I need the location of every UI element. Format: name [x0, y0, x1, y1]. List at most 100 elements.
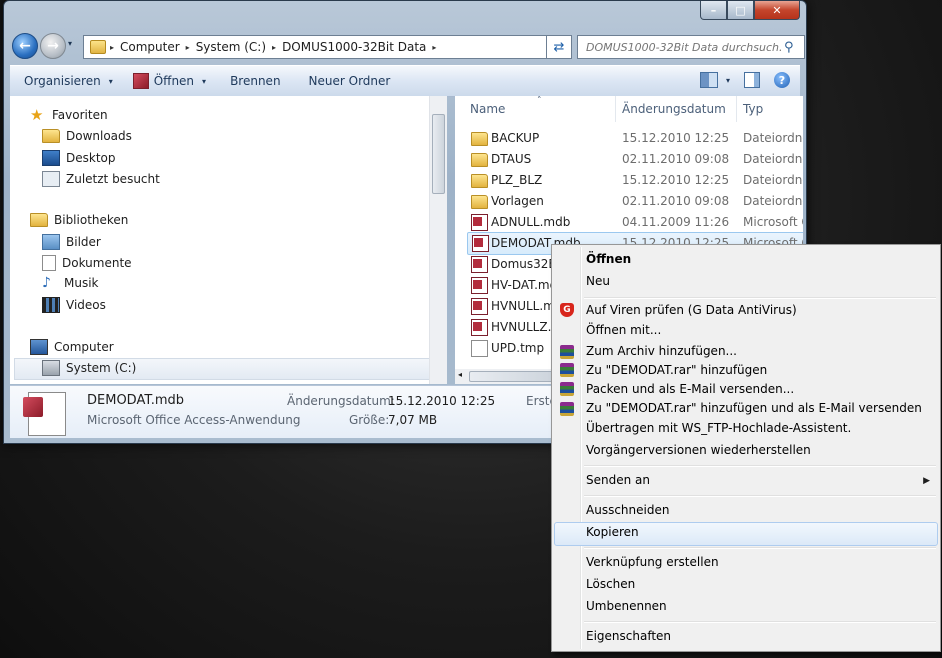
nav-label: Favoriten — [52, 108, 108, 122]
file-row-dtaus[interactable]: DTAUS 02.11.2010 09:08 Dateiordner — [455, 149, 803, 170]
menu-item-restore-previous[interactable]: Vorgängerversionen wiederherstellen — [586, 443, 811, 457]
menu-item-ftp-upload[interactable]: Übertragen mit WS_FTP-Hochlade-Assistent… — [586, 421, 851, 435]
nav-item-computer[interactable]: Computer — [30, 339, 114, 355]
address-bar[interactable]: ▸ Computer ▸ System (C:) ▸ DOMUS1000-32B… — [83, 35, 547, 59]
folder-icon — [90, 40, 106, 54]
menu-item-properties[interactable]: Eigenschaften — [586, 629, 671, 643]
nav-item-pictures[interactable]: Bilder — [42, 234, 101, 250]
breadcrumb-domus-folder[interactable]: DOMUS1000-32Bit Data — [282, 40, 426, 54]
preview-pane-icon[interactable] — [744, 72, 760, 88]
nav-item-documents[interactable]: Dokumente — [42, 255, 132, 271]
nav-item-system-c[interactable]: System (C:) — [42, 360, 136, 376]
file-row-adnull[interactable]: ADNULL.mdb 04.11.2009 11:26 Microsoft Of — [455, 212, 803, 233]
details-filename: DEMODAT.mdb — [87, 393, 185, 408]
menu-item-copy[interactable]: Kopieren — [586, 525, 639, 539]
column-header-name[interactable]: Name — [470, 96, 505, 122]
menu-item-create-shortcut[interactable]: Verknüpfung erstellen — [586, 555, 719, 569]
computer-icon — [30, 339, 48, 355]
menu-item-add-archive[interactable]: Zum Archiv hinzufügen... — [586, 344, 737, 358]
back-button[interactable]: ← — [12, 33, 38, 59]
file-row-backup[interactable]: BACKUP 15.12.2010 12:25 Dateiordner — [455, 128, 803, 149]
breadcrumb-separator-icon[interactable]: ▸ — [110, 43, 114, 52]
file-type: Dateiordner — [743, 131, 803, 145]
close-button[interactable]: ✕ — [754, 1, 800, 20]
search-input[interactable] — [584, 39, 784, 55]
column-divider[interactable] — [736, 96, 737, 122]
nav-label: Downloads — [66, 129, 132, 143]
access-app-icon — [132, 73, 149, 89]
nav-label: Desktop — [66, 151, 116, 165]
menu-separator — [584, 465, 936, 467]
breadcrumb-separator-icon[interactable]: ▸ — [186, 43, 190, 52]
folder-icon — [471, 132, 488, 146]
recent-pages-dropdown-icon[interactable]: ▾ — [68, 39, 72, 48]
nav-item-videos[interactable]: Videos — [42, 297, 106, 313]
context-menu: Öffnen Neu G Auf Viren prüfen (G Data An… — [551, 244, 941, 652]
menu-item-open[interactable]: Öffnen — [586, 252, 631, 266]
menu-item-open-with[interactable]: Öffnen mit... — [586, 323, 661, 337]
open-label: Öffnen — [153, 74, 195, 88]
menu-item-add-rar-email[interactable]: Zu "DEMODAT.rar" hinzufügen und als E-Ma… — [586, 401, 922, 415]
search-box[interactable]: ⚲ — [577, 35, 805, 59]
recent-places-icon — [42, 171, 60, 187]
menu-item-virus-scan[interactable]: Auf Viren prüfen (G Data AntiVirus) — [586, 303, 797, 317]
help-icon[interactable]: ? — [774, 72, 790, 88]
menu-item-pack-email[interactable]: Packen und als E-Mail versenden... — [586, 382, 794, 396]
breadcrumb-separator-icon[interactable]: ▸ — [272, 43, 276, 52]
refresh-icon[interactable]: ⇄ — [546, 35, 572, 59]
menu-item-cut[interactable]: Ausschneiden — [586, 503, 669, 517]
folder-icon — [471, 195, 488, 209]
folder-icon — [471, 153, 488, 167]
forward-button[interactable]: → — [40, 33, 66, 59]
nav-pane-scrollbar[interactable] — [429, 96, 447, 384]
minimize-button[interactable]: – — [700, 1, 727, 20]
search-icon[interactable]: ⚲ — [784, 40, 794, 55]
nav-label: Bibliotheken — [54, 213, 129, 227]
column-header-type[interactable]: Typ — [743, 96, 763, 122]
column-header-date[interactable]: Änderungsdatum — [622, 96, 726, 122]
desktop-icon — [42, 150, 60, 166]
breadcrumb-system-c[interactable]: System (C:) — [196, 40, 266, 54]
nav-item-favorites[interactable]: ★ Favoriten — [30, 106, 108, 124]
file-row-vorlagen[interactable]: Vorlagen 02.11.2010 09:08 Dateiordner — [455, 191, 803, 212]
downloads-folder-icon — [42, 129, 60, 143]
menu-item-new[interactable]: Neu — [586, 274, 610, 288]
nav-item-music[interactable]: ♪ Musik — [42, 276, 99, 290]
new-folder-button[interactable]: Neuer Ordner — [309, 74, 391, 88]
videos-icon — [42, 297, 60, 313]
nav-item-desktop[interactable]: Desktop — [42, 150, 116, 166]
scrollbar-thumb[interactable] — [469, 371, 555, 382]
burn-button[interactable]: Brennen — [230, 74, 280, 88]
star-icon: ★ — [30, 106, 44, 124]
command-bar: Organisieren ▾ Öffnen ▾ Brennen Neuer Or… — [10, 65, 800, 97]
breadcrumb-separator-icon[interactable]: ▸ — [432, 43, 436, 52]
nav-label: Videos — [66, 298, 106, 312]
menu-item-send-to[interactable]: Senden an — [586, 473, 650, 487]
toolbar-right-group: ▾ ? — [699, 72, 790, 88]
column-divider[interactable] — [615, 96, 616, 122]
scrollbar-thumb[interactable] — [432, 114, 445, 194]
nav-item-libraries[interactable]: Bibliotheken — [30, 213, 128, 227]
menu-item-delete[interactable]: Löschen — [586, 577, 635, 591]
file-name: UPD.tmp — [491, 341, 545, 355]
file-date: 15.12.2010 12:25 — [622, 173, 730, 187]
menu-item-rename[interactable]: Umbenennen — [586, 599, 667, 613]
scroll-left-icon[interactable]: ◂ — [458, 370, 462, 379]
change-view-button[interactable]: ▾ — [699, 72, 730, 88]
maximize-button[interactable]: □ — [727, 1, 754, 20]
music-icon: ♪ — [42, 275, 51, 291]
file-type: Dateiordner — [743, 194, 803, 208]
nav-item-downloads[interactable]: Downloads — [42, 129, 132, 143]
menu-item-add-rar[interactable]: Zu "DEMODAT.rar" hinzufügen — [586, 363, 767, 377]
file-row-plz-blz[interactable]: PLZ_BLZ 15.12.2010 12:25 Dateiordner — [455, 170, 803, 191]
caption-buttons: – □ ✕ — [700, 1, 800, 20]
breadcrumb-computer[interactable]: Computer — [120, 40, 180, 54]
access-file-icon — [471, 214, 488, 231]
organize-button[interactable]: Organisieren ▾ — [24, 74, 113, 88]
access-file-icon — [471, 277, 488, 294]
file-list-horizontal-scrollbar[interactable]: ◂ — [455, 369, 555, 384]
file-date: 04.11.2009 11:26 — [622, 215, 730, 229]
navigation-pane: ★ Favoriten Downloads Desktop Zuletzt be… — [10, 96, 435, 384]
nav-item-recent[interactable]: Zuletzt besucht — [42, 171, 160, 187]
open-button[interactable]: Öffnen ▾ — [132, 73, 206, 89]
